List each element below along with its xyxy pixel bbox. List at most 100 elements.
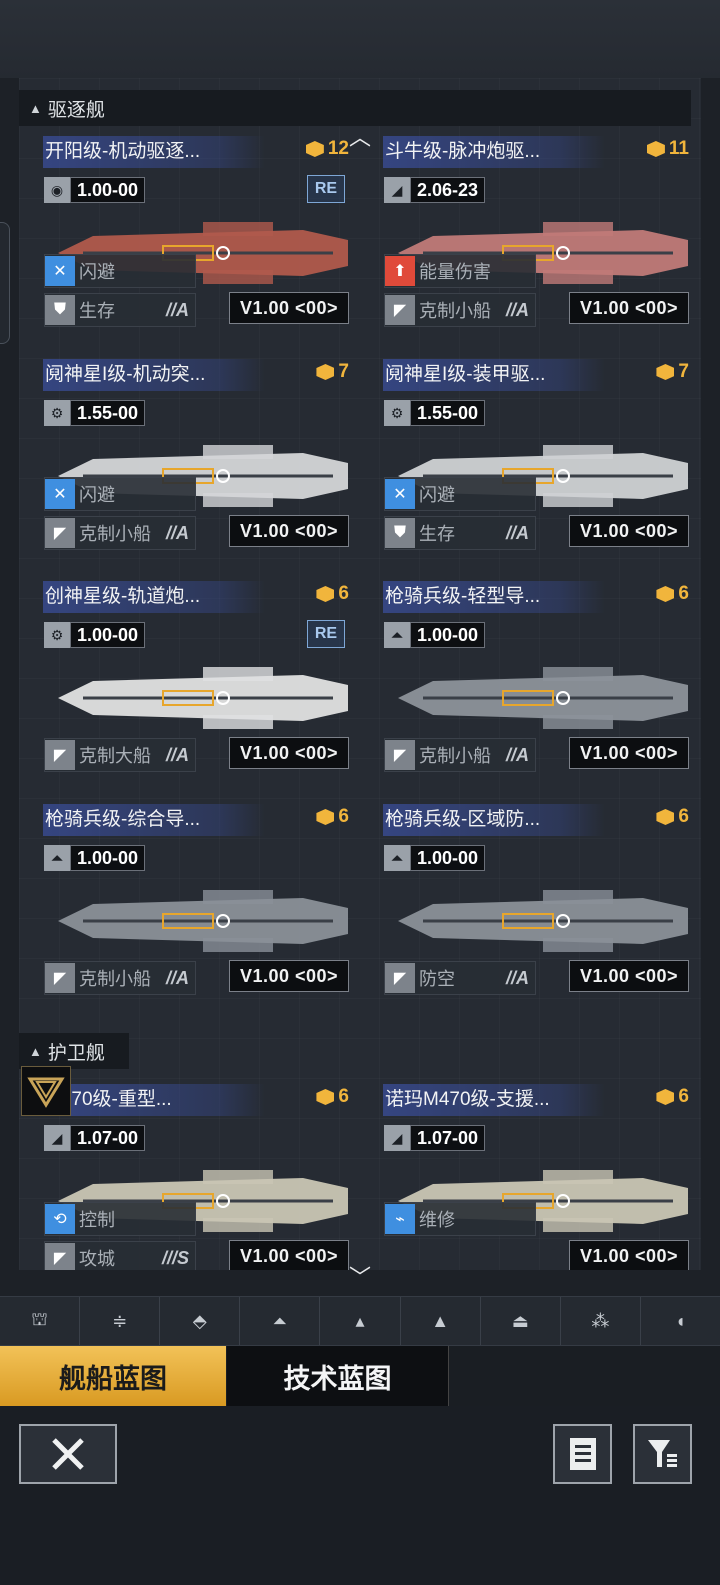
- re-badge: RE: [307, 175, 345, 203]
- section-header-destroyer[interactable]: ▲ 驱逐舰: [19, 90, 691, 126]
- trait-label: 能量伤害: [419, 262, 491, 282]
- class-aux-icon[interactable]: ◖: [641, 1297, 720, 1345]
- collapse-triangle-icon: ▲: [29, 100, 42, 116]
- trait-label: 闪避: [419, 485, 455, 505]
- coin-icon: [316, 1089, 335, 1105]
- trait-icon: ◤: [45, 1243, 75, 1270]
- ship-blueprint-card[interactable]: 枪骑兵级-轻型导... 6 ⏶ 1.00-00 ◤ 克制小船 //A V1.00 <00>: [371, 575, 693, 787]
- ship-blueprint-card[interactable]: 诺玛M470级-支援... 6 ◢ 1.07-00 ⌁ 维修 V1.00 <00>: [371, 1078, 693, 1270]
- trait-tag: ⬆ 能量伤害: [384, 254, 536, 288]
- close-button[interactable]: [19, 1424, 117, 1484]
- tab-tech-blueprint[interactable]: 技术蓝图: [227, 1346, 449, 1406]
- tab-ship-blueprint[interactable]: 舰船蓝图: [0, 1346, 226, 1406]
- ship-blueprint-card[interactable]: 斗牛级-脉冲炮驱... 11 ◢ 2.06-23 ⬆ 能量伤害 ◤ 克制小船//A V1.00…: [371, 130, 693, 342]
- blueprint-number: 1.55-00: [410, 400, 486, 426]
- blueprint-number: 1.00-00: [410, 622, 486, 648]
- blueprint-list[interactable]: ▲ 驱逐舰 开阳级-机动驱逐... 12 ◉ 1.00-00 RE ✕ 闪避 ⛊ 生存//A V…: [19, 78, 701, 1270]
- blueprint-number: 2.06-23: [410, 177, 486, 203]
- ship-image: [398, 667, 688, 729]
- cost-badge: 6: [656, 583, 689, 605]
- cost-value: 6: [338, 1086, 349, 1107]
- ship-blueprint-card[interactable]: 枪骑兵级-区域防... 6 ⏶ 1.00-00 ◤ 防空 //A V1.00 <00>: [371, 798, 693, 1010]
- bottom-bar: [0, 1406, 720, 1585]
- ship-blueprint-card[interactable]: 阋神星I级-机动突... 7 ⚙ 1.55-00 ✕ 闪避 ◤ 克制小船//A V1.00 <…: [31, 353, 353, 565]
- blueprint-value: ◢ 1.07-00: [384, 1125, 486, 1151]
- ship-image: [58, 890, 348, 952]
- emblem-icon: [27, 1077, 65, 1108]
- trait-label: 闪避: [79, 485, 115, 505]
- ship-blueprint-card[interactable]: 阋神星I级-装甲驱... 7 ⚙ 1.55-00 ✕ 闪避 ⛊ 生存//A V1.00 <00…: [371, 353, 693, 565]
- ship-name: 枪骑兵级-轻型导...: [383, 581, 605, 613]
- version-label: V1.00 <00>: [569, 737, 689, 769]
- class-battleship-icon[interactable]: ≑: [80, 1297, 161, 1345]
- close-icon: [52, 1438, 84, 1470]
- trait-label: 维修: [419, 1210, 455, 1230]
- section-header-frigate[interactable]: ▲ 护卫舰: [19, 1033, 129, 1069]
- trait-tag: ✕ 闪避: [44, 477, 196, 511]
- version-label: V1.00 <00>: [229, 292, 349, 324]
- rocket-icon: ⏶: [44, 845, 70, 871]
- trait-label: 生存: [419, 524, 455, 544]
- blueprint-value: ◉ 1.00-00: [44, 177, 146, 203]
- version-label: V1.00 <00>: [229, 1240, 349, 1270]
- blueprint-number: 1.07-00: [410, 1125, 486, 1151]
- trait-tag: ◤ 克制小船 //A: [44, 961, 196, 995]
- ship-blueprint-card[interactable]: 枪骑兵级-综合导... 6 ⏶ 1.00-00 ◤ 克制小船 //A V1.00 <00>: [31, 798, 353, 1010]
- blueprint-number: 1.00-00: [70, 622, 146, 648]
- filter-button[interactable]: [633, 1424, 692, 1484]
- cost-value: 7: [678, 361, 689, 382]
- trait-tag: ⟲ 控制: [44, 1202, 196, 1236]
- blueprint-number: 1.55-00: [70, 400, 146, 426]
- trait-label: 攻城: [79, 1249, 115, 1269]
- document-icon: [569, 1438, 596, 1470]
- notes-button[interactable]: [553, 1424, 612, 1484]
- cost-value: 6: [338, 806, 349, 827]
- class-carrier-icon[interactable]: ⛫: [0, 1297, 81, 1345]
- ship-image: [398, 890, 688, 952]
- blueprint-value: ◢ 2.06-23: [384, 177, 486, 203]
- blueprint-value: ⚙ 1.00-00: [44, 622, 146, 648]
- trait-icon: ◤: [385, 295, 415, 325]
- class-frigate-icon[interactable]: ▴: [320, 1297, 401, 1345]
- trait-icon: ⛊: [385, 518, 415, 548]
- coin-icon: [316, 809, 335, 825]
- scroll-up-icon[interactable]: ︿: [0, 127, 720, 149]
- ship-blueprint-card[interactable]: 开阳级-机动驱逐... 12 ◉ 1.00-00 RE ✕ 闪避 ⛊ 生存//A V1.00 <…: [31, 130, 353, 342]
- trait-grade: //A: [165, 299, 189, 320]
- trait-grade: ///S: [161, 1247, 189, 1268]
- scroll-down-icon[interactable]: ﹀: [0, 1267, 720, 1289]
- class-destroyer-icon[interactable]: ⏶: [240, 1297, 321, 1345]
- cost-value: 7: [338, 361, 349, 382]
- coin-icon: [656, 586, 675, 602]
- gear-icon: ⚙: [44, 400, 70, 426]
- class-corvette-icon[interactable]: ▲: [401, 1297, 481, 1345]
- trait-icon: ◤: [45, 963, 75, 993]
- cost-value: 6: [338, 583, 349, 604]
- trait-icon: ⌁: [385, 1204, 415, 1234]
- trait-label: 克制小船: [79, 969, 151, 989]
- gear-icon: ⚙: [384, 400, 410, 426]
- class-cruiser-icon[interactable]: ⬘: [160, 1297, 241, 1345]
- missile-icon: ◢: [44, 1125, 70, 1151]
- trait-label: 克制小船: [419, 746, 491, 766]
- version-label: V1.00 <00>: [569, 515, 689, 547]
- trait-icon: ⬆: [385, 256, 415, 286]
- trait-tag: ◤ 克制小船 //A: [44, 516, 196, 550]
- side-drawer-handle[interactable]: [0, 222, 10, 344]
- ship-blueprint-card[interactable]: 创神星级-轨道炮... 6 ⚙ 1.00-00 RE ◤ 克制大船 //A V1.00 <00…: [31, 575, 353, 787]
- coin-icon: [316, 586, 335, 602]
- trait-icon: ⟲: [45, 1204, 75, 1234]
- class-fighter-icon[interactable]: ⏏: [481, 1297, 561, 1345]
- cost-value: 6: [678, 806, 689, 827]
- trait-label: 克制大船: [79, 746, 151, 766]
- trait-icon: ✕: [385, 479, 415, 509]
- trait-label: 生存: [79, 301, 115, 321]
- blueprint-value: ◢ 1.07-00: [44, 1125, 146, 1151]
- ship-blueprint-card[interactable]: M470级-重型... 6 ◢ 1.07-00 ⟲ 控制 ◤ 攻城///S V1.00 <00…: [31, 1078, 353, 1270]
- cost-value: 6: [678, 583, 689, 604]
- trait-tag: ◤ 防空 //A: [384, 961, 536, 995]
- blueprint-value: ⏶ 1.00-00: [384, 622, 486, 648]
- trait-label: 闪避: [79, 262, 115, 282]
- trait-label: 克制小船: [419, 301, 491, 321]
- class-drone-icon[interactable]: ⁂: [561, 1297, 641, 1345]
